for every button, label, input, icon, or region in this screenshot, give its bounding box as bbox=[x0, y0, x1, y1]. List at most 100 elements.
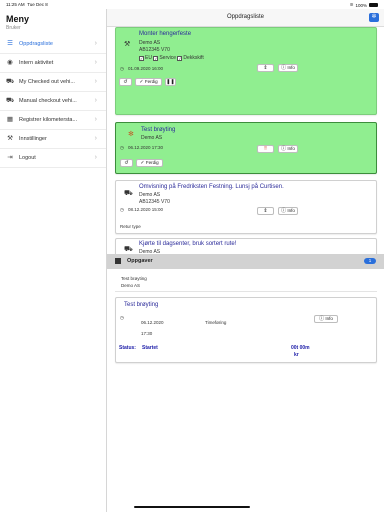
task-date: 06.12.2020 bbox=[141, 320, 164, 325]
card-checks: ✓ EU ✓ Service ✓ Dekkskift bbox=[139, 55, 204, 61]
info-button[interactable]: ⓘ Info bbox=[278, 145, 298, 153]
chevron-right-icon: › bbox=[94, 78, 97, 85]
card-customer: Demo AS bbox=[141, 135, 163, 141]
wifi-icon: ≋ bbox=[349, 2, 354, 7]
info-button[interactable]: ⓘ Info bbox=[278, 207, 298, 215]
sidebar-item-innstillinger[interactable]: ⚒ Innstillinger › bbox=[0, 130, 106, 149]
task-title: Test brøyting bbox=[124, 302, 159, 308]
chevron-right-icon: › bbox=[94, 59, 97, 66]
wrench-icon: ⚒ bbox=[7, 135, 13, 142]
wrench-icon: ⚒ bbox=[124, 41, 131, 48]
assignment-card[interactable]: ⚒ Monter hengerfeste Demo AS AB12345 V70… bbox=[115, 27, 377, 115]
status-bar: 11:25 AM Tue Dec 8 ≋ 100% bbox=[0, 0, 384, 9]
info-icon: ⓘ bbox=[281, 146, 287, 152]
page-title: Oppdragsliste bbox=[226, 14, 265, 20]
task-row-title: Test brøyting bbox=[121, 276, 147, 281]
task-type: Timeføring bbox=[205, 320, 227, 325]
count-badge: 1 bbox=[364, 258, 376, 264]
task-time: 17:30 bbox=[141, 331, 153, 336]
assignment-card-selected[interactable]: ✻ Test brøyting Demo AS ◷ 06.12.2020 17:… bbox=[115, 122, 377, 174]
main-pane: Oppdragsliste ✲ ⚒ Monter hengerfeste Dem… bbox=[107, 9, 384, 512]
section-header-oppgaver[interactable]: Oppgaver 1 bbox=[107, 254, 384, 269]
card-date: 06.12.2020 17:30 bbox=[128, 145, 164, 150]
undo-icon: ↺ bbox=[124, 160, 129, 166]
undo-button[interactable]: ↺ bbox=[120, 159, 133, 167]
status-time: 11:25 AM Tue Dec 8 bbox=[6, 2, 48, 7]
card-date: 01.09.2020 16:00 bbox=[128, 66, 164, 71]
sidebar: Meny Bruker ☰ Oppdragsliste › ◉ Intern a… bbox=[0, 9, 107, 512]
battery-label: 100% bbox=[355, 2, 367, 8]
gear-icon: ✲ bbox=[371, 14, 377, 20]
card-customer: Demo AS bbox=[139, 40, 161, 46]
chevron-right-icon: › bbox=[94, 154, 97, 161]
sidebar-item-label: My Checked out vehi... bbox=[19, 79, 75, 85]
retur-type-label: Retur type bbox=[120, 224, 141, 229]
clock-icon: ◷ bbox=[120, 145, 124, 150]
info-icon: ⓘ bbox=[281, 208, 287, 214]
priority-icon: ‼ bbox=[264, 146, 267, 152]
assignment-card[interactable]: ⛟ Omvisning på Fredriksten Festning. Lun… bbox=[115, 180, 377, 234]
task-row-customer: Demo AS bbox=[121, 283, 141, 288]
chevron-right-icon: › bbox=[94, 40, 97, 47]
menu-subtitle: Bruker bbox=[6, 25, 21, 31]
info-button[interactable]: ⓘ Info bbox=[278, 64, 298, 72]
card-customer: Demo AS bbox=[139, 192, 161, 198]
list-icon: ☰ bbox=[7, 40, 13, 47]
card-date: 08.12.2020 15:00 bbox=[128, 207, 164, 212]
sidebar-item-manual-checkout[interactable]: ⛟ Manual checkout vehi... › bbox=[0, 92, 106, 111]
checkbox-service[interactable]: ✓ bbox=[153, 56, 159, 61]
chevron-right-icon: › bbox=[94, 97, 97, 104]
info-button[interactable]: ⓘ Info bbox=[314, 315, 338, 323]
sidebar-item-label: Intern aktivitet bbox=[19, 60, 54, 66]
sidebar-item-label: Manual checkout vehi... bbox=[19, 98, 77, 104]
grid-icon bbox=[115, 258, 121, 264]
logout-icon: ⇥ bbox=[7, 154, 13, 161]
sidebar-item-logout[interactable]: ⇥ Logout › bbox=[0, 149, 106, 168]
chevrons-icon: ⇕ bbox=[263, 208, 268, 214]
clock-icon: ◷ bbox=[120, 207, 124, 212]
snowflake-icon: ✻ bbox=[128, 131, 134, 138]
card-vehicle: AB12345 V70 bbox=[139, 47, 170, 53]
sidebar-item-label: Innstillinger bbox=[19, 136, 47, 142]
info-icon: ⓘ bbox=[281, 65, 287, 71]
priority-button[interactable]: ‼ bbox=[257, 145, 274, 153]
task-card[interactable]: Test brøyting ◷ 06.12.2020 Timeføring ⓘ … bbox=[115, 297, 377, 363]
menu-title: Meny bbox=[6, 14, 30, 24]
ferdig-button[interactable]: ✓ Ferdig bbox=[136, 159, 163, 167]
checkbox-dekkskift[interactable]: ✓ bbox=[177, 56, 183, 61]
sidebar-item-my-checked-out[interactable]: ⛟ My Checked out vehi... › bbox=[0, 73, 106, 92]
navbar: Oppdragsliste ✲ bbox=[107, 9, 384, 27]
pause-button[interactable]: ❚❚ bbox=[165, 78, 176, 86]
status-value: Startet bbox=[142, 345, 158, 351]
card-title: Omvisning på Fredriksten Festning. Lunsj… bbox=[139, 184, 284, 190]
priority-button[interactable]: ⇕ bbox=[257, 64, 274, 72]
section-title: Oppgaver bbox=[127, 258, 153, 264]
settings-button[interactable]: ✲ bbox=[369, 13, 379, 22]
check-icon: ✓ bbox=[140, 160, 145, 166]
sidebar-item-kilometerstand[interactable]: ▦ Registrer kilometersta... › bbox=[0, 111, 106, 130]
card-title: Monter hengerfeste bbox=[139, 31, 192, 37]
priority-button[interactable]: ⇕ bbox=[257, 207, 274, 215]
task-row[interactable]: Test brøyting Demo AS bbox=[115, 272, 377, 292]
menu-list: ☰ Oppdragsliste › ◉ Intern aktivitet › ⛟… bbox=[0, 35, 106, 168]
undo-button[interactable]: ↺ bbox=[119, 78, 132, 86]
clock-icon: ◷ bbox=[120, 66, 124, 71]
battery-icon bbox=[369, 3, 378, 7]
car-icon: ⛟ bbox=[6, 97, 15, 104]
status-right: ≋ 100% bbox=[350, 2, 378, 8]
checkbox-eu[interactable]: ✓ bbox=[139, 56, 144, 61]
status-label: Status: bbox=[119, 345, 136, 351]
ferdig-button[interactable]: ✓ Ferdig bbox=[135, 78, 162, 86]
card-title: Kjørte til dagsenter, bruk sortert rute! bbox=[139, 241, 237, 247]
currency-unit: kr bbox=[294, 352, 299, 358]
bus-icon: ⛟ bbox=[124, 246, 133, 253]
car-icon: ⛟ bbox=[6, 78, 15, 85]
clock-icon: ◷ bbox=[120, 315, 124, 320]
sidebar-item-oppdragsliste[interactable]: ☰ Oppdragsliste › bbox=[0, 35, 106, 54]
sidebar-item-label: Logout bbox=[19, 155, 36, 161]
assignment-list[interactable]: ⚒ Monter hengerfeste Demo AS AB12345 V70… bbox=[107, 27, 384, 512]
pause-icon: ❚❚ bbox=[166, 79, 175, 85]
sidebar-item-label: Oppdragsliste bbox=[19, 41, 53, 47]
chevron-right-icon: › bbox=[94, 116, 97, 123]
sidebar-item-intern-aktivitet[interactable]: ◉ Intern aktivitet › bbox=[0, 54, 106, 73]
